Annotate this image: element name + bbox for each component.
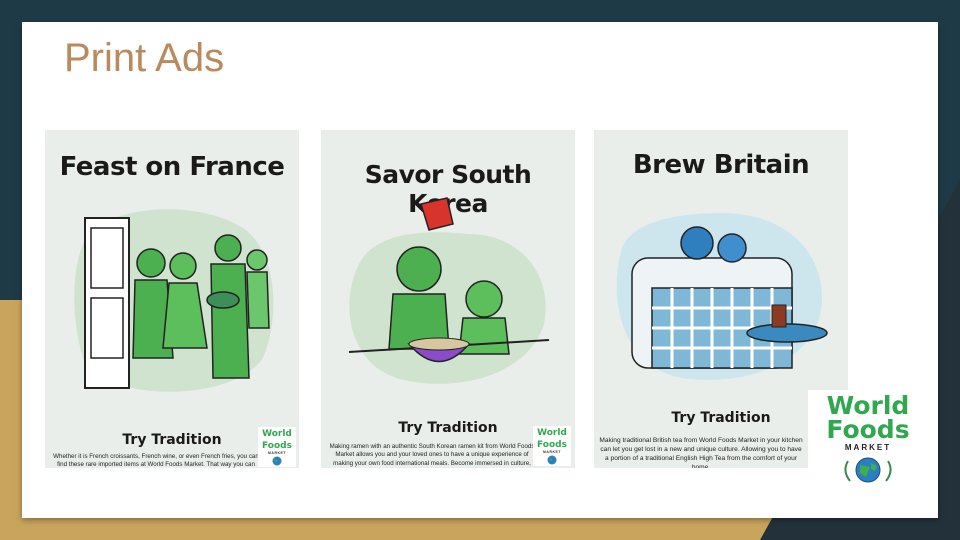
globe-icon xyxy=(547,455,557,465)
cooking-illustration xyxy=(348,197,550,384)
logo-word-2: Foods xyxy=(262,441,292,451)
logo-word-2: Foods xyxy=(537,440,567,450)
ad-card-france[interactable]: Feast on France Try Tradition Whether it… xyxy=(45,130,299,468)
logo-tagline: MARKET xyxy=(543,450,561,454)
logo-tagline: MARKET xyxy=(844,443,892,452)
ad-card-south-korea[interactable]: Savor South Korea Try Tradition Making r… xyxy=(321,130,575,468)
slide-canvas[interactable]: Print Ads Feast on France Try Tradition … xyxy=(22,22,938,518)
world-foods-logo-small: World Foods MARKET xyxy=(533,426,571,466)
world-foods-logo-large[interactable]: World Foods MARKET xyxy=(808,390,928,516)
ad-body: Whether it is French croissants, French … xyxy=(53,453,259,468)
logo-word-2: Foods xyxy=(826,415,910,444)
ad-headline: Brew Britain xyxy=(632,150,810,180)
logo-tagline: MARKET xyxy=(268,451,286,455)
ad-headline: Feast on France xyxy=(59,152,285,182)
globe-laurel-icon xyxy=(844,457,892,483)
globe-icon xyxy=(272,456,282,466)
slide-title[interactable]: Print Ads xyxy=(64,36,224,81)
logo-word-1: World xyxy=(537,428,567,438)
ad-body: Making ramen with an authentic South Kor… xyxy=(329,443,535,467)
world-foods-logo-small: World Foods MARKET xyxy=(258,427,296,467)
logo-word-1: World xyxy=(262,429,292,439)
family-illustration xyxy=(74,209,274,392)
ad-body: Making traditional British tea from Worl… xyxy=(599,437,803,468)
tea-couple-illustration xyxy=(616,213,828,380)
